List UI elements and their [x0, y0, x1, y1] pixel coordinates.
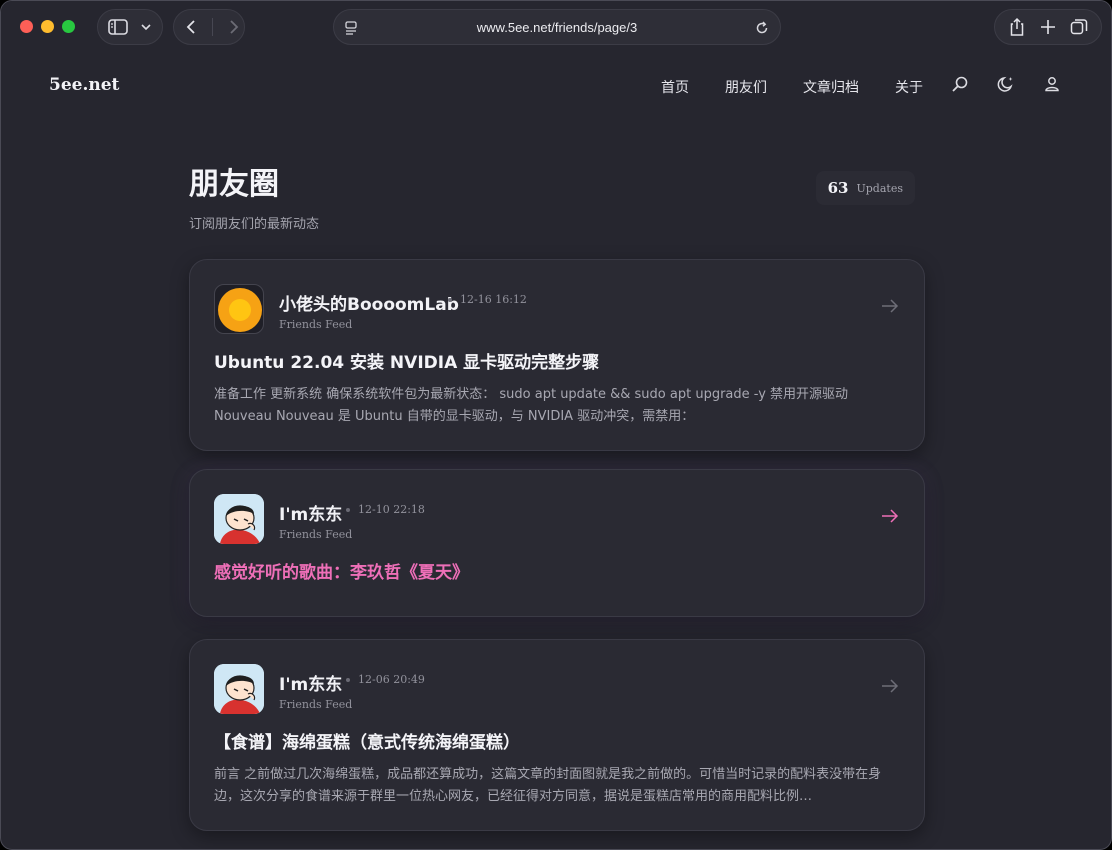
separator-dot [346, 508, 350, 512]
minimize-window-button[interactable] [41, 20, 54, 33]
cartoon-avatar-icon [214, 664, 264, 714]
browser-toolbar: www.5ee.net/friends/page/3 [1, 1, 1111, 53]
updates-label: Updates [856, 181, 904, 195]
separator-dot [346, 678, 350, 682]
author-name[interactable]: I'm东东 [279, 670, 342, 695]
nav-friends[interactable]: 朋友们 [725, 77, 767, 97]
feed-card[interactable]: I'm东东 12-10 22:18 Friends Feed 感觉好听的歌曲：李… [189, 469, 925, 617]
feed-label: Friends Feed [279, 698, 353, 711]
avatar[interactable] [214, 494, 264, 544]
search-icon[interactable] [951, 75, 969, 93]
address-bar[interactable]: www.5ee.net/friends/page/3 [333, 9, 781, 45]
url-text[interactable]: www.5ee.net/friends/page/3 [477, 20, 637, 35]
back-icon[interactable] [184, 19, 198, 35]
post-time: 12-16 16:12 [460, 293, 527, 306]
separator-dot [448, 298, 452, 302]
page-title: 朋友圈 [189, 167, 279, 202]
browser-window: www.5ee.net/friends/page/3 5ee.net 首页 朋友… [0, 0, 1112, 850]
nav-archive[interactable]: 文章归档 [803, 77, 859, 97]
arrow-right-icon[interactable] [880, 298, 900, 314]
post-title[interactable]: 感觉好听的歌曲：李玖哲《夏天》 [214, 558, 469, 583]
post-title[interactable]: Ubuntu 22.04 安装 NVIDIA 显卡驱动完整步骤 [214, 348, 599, 373]
sidebar-icon[interactable] [108, 19, 128, 35]
browser-actions-group [994, 9, 1102, 45]
new-tab-icon[interactable] [1040, 19, 1056, 35]
feed-card[interactable]: 小佬头的BoooomLab 12-16 16:12 Friends Feed U… [189, 259, 925, 451]
nav-home[interactable]: 首页 [661, 77, 689, 97]
chevron-down-icon[interactable] [140, 23, 152, 31]
history-nav-group [173, 9, 245, 45]
page-heading: 朋友圈 订阅朋友们的最新动态 63 Updates [189, 159, 925, 232]
post-excerpt: 准备工作 更新系统 确保系统软件包为最新状态： sudo apt update … [214, 387, 849, 424]
site-header: 5ee.net 首页 朋友们 文章归档 关于 [1, 53, 1111, 117]
window-controls [20, 20, 75, 33]
post-time: 12-06 20:49 [358, 673, 425, 686]
feed-card[interactable]: I'm东东 12-06 20:49 Friends Feed 【食谱】海绵蛋糕（… [189, 639, 925, 831]
updates-counter: 63 Updates [815, 171, 915, 205]
site-logo[interactable]: 5ee.net [49, 75, 119, 95]
arrow-right-icon[interactable] [880, 508, 900, 524]
header-icon-group [951, 75, 1061, 93]
post-time: 12-10 22:18 [358, 503, 425, 516]
post-title[interactable]: 【食谱】海绵蛋糕（意式传统海绵蛋糕） [214, 728, 520, 753]
forward-icon[interactable] [227, 19, 241, 35]
avatar[interactable] [214, 664, 264, 714]
feed-label: Friends Feed [279, 318, 353, 331]
page-subtitle: 订阅朋友们的最新动态 [189, 217, 320, 232]
updates-count: 63 [827, 179, 849, 197]
arrow-right-icon[interactable] [880, 678, 900, 694]
nav-divider [212, 18, 213, 36]
main-nav: 首页 朋友们 文章归档 关于 [661, 77, 923, 97]
dark-mode-icon[interactable] [997, 75, 1015, 93]
user-icon[interactable] [1043, 75, 1061, 93]
feed-label: Friends Feed [279, 528, 353, 541]
tab-overview-icon[interactable] [1070, 18, 1088, 36]
zoom-window-button[interactable] [62, 20, 75, 33]
cartoon-avatar-icon [214, 494, 264, 544]
reload-icon[interactable] [754, 20, 770, 36]
page-menu-icon[interactable] [344, 20, 358, 36]
nav-about[interactable]: 关于 [895, 77, 923, 97]
post-excerpt: 前言 之前做过几次海绵蛋糕，成品都还算成功，这篇文章的封面图就是我之前做的。可惜… [214, 767, 882, 804]
author-name[interactable]: I'm东东 [279, 500, 342, 525]
avatar[interactable] [214, 284, 264, 334]
sun-avatar-icon [218, 288, 262, 332]
author-name[interactable]: 小佬头的BoooomLab [279, 290, 459, 315]
close-window-button[interactable] [20, 20, 33, 33]
share-icon[interactable] [1008, 17, 1026, 37]
sidebar-toggle-group [97, 9, 163, 45]
